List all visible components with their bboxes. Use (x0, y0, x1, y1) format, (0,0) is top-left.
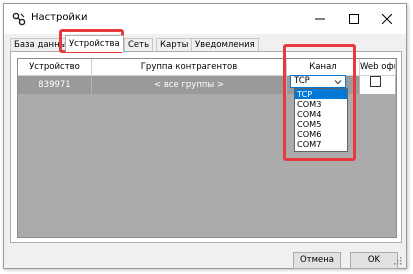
cell-group[interactable]: < все группы > (92, 76, 287, 94)
close-icon (382, 14, 392, 24)
resize-grip-icon[interactable] (394, 257, 402, 265)
cancel-button[interactable]: Отмена (293, 252, 341, 269)
cell-device[interactable]: 839971 (18, 76, 92, 94)
tab-maps[interactable]: Карты (156, 38, 193, 52)
maximize-icon (349, 14, 359, 24)
highlight-channel-column (283, 44, 356, 161)
tab-notifications[interactable]: Уведомления (191, 38, 259, 52)
column-header-group[interactable]: Группа контрагентов (92, 59, 287, 76)
maximize-button[interactable] (337, 4, 371, 34)
column-header-web-office[interactable]: Web офис (360, 59, 396, 76)
tab-network[interactable]: Сеть (124, 38, 154, 52)
settings-window: Настройки База данных Устройства Сеть Ка… (3, 3, 407, 269)
column-header-device[interactable]: Устройство (18, 59, 92, 76)
settings-app-icon (12, 12, 26, 26)
minimize-button[interactable] (303, 4, 337, 34)
close-button[interactable] (370, 4, 404, 34)
tab-devices[interactable]: Устройства (65, 35, 124, 52)
window-title: Настройки (31, 12, 88, 23)
web-office-checkbox[interactable] (370, 76, 381, 87)
minimize-icon (315, 18, 325, 20)
ok-button[interactable]: OK (350, 252, 398, 269)
